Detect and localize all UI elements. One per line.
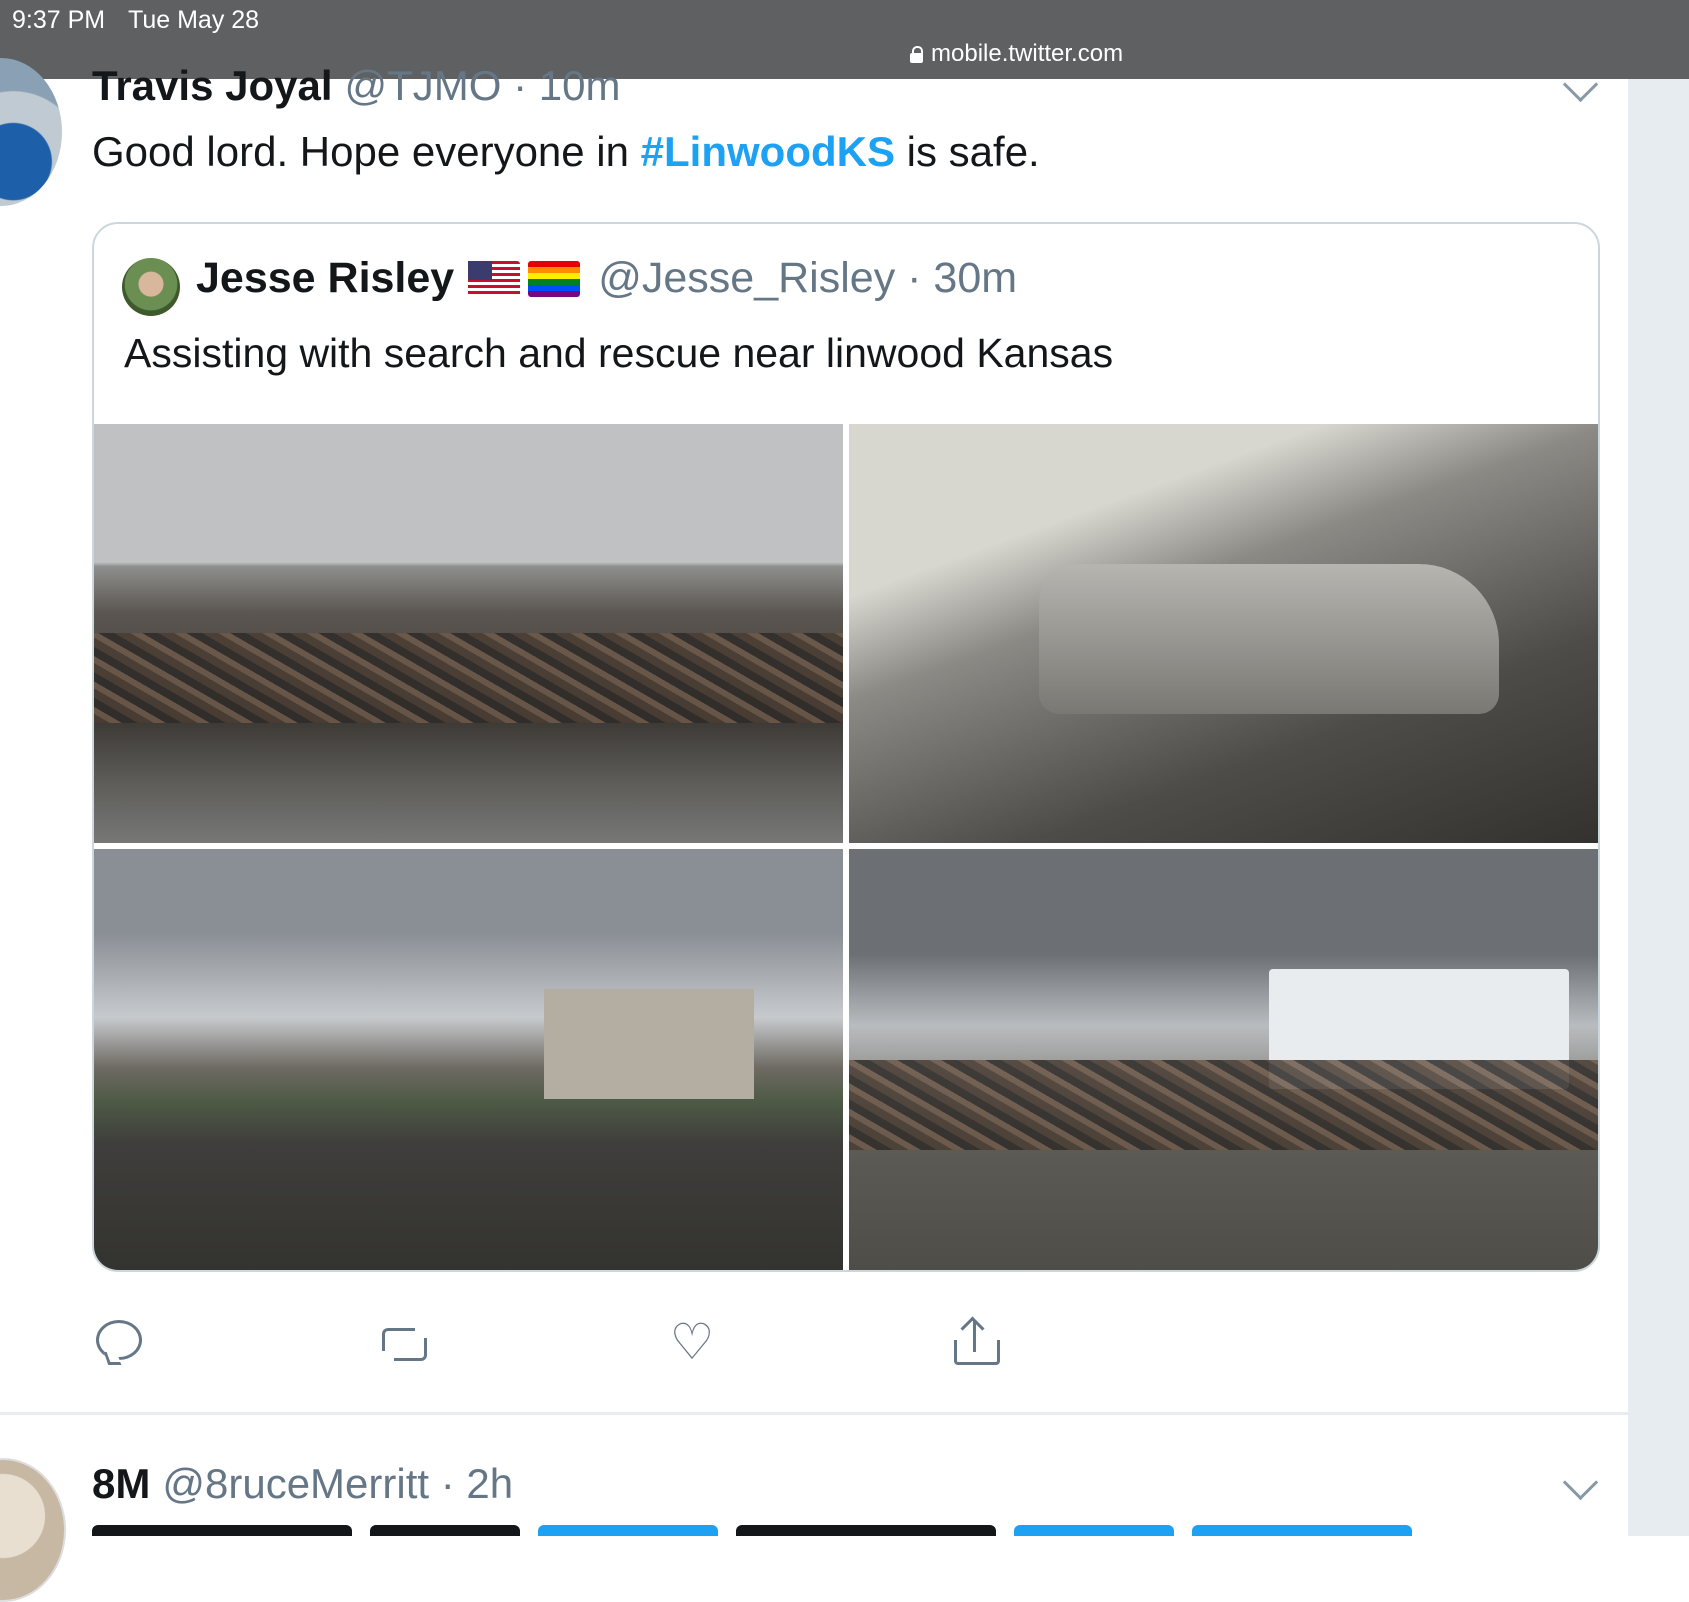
author-handle-time[interactable]: @8ruceMerritt · 2h (162, 1460, 513, 1507)
reply-icon[interactable] (94, 1318, 142, 1366)
quoted-tweet-card[interactable]: Jesse Risley @Jesse_Risley · 30m Assisti… (92, 222, 1600, 1272)
tweet-text-cutoff (92, 1524, 1492, 1536)
author-name[interactable]: Jesse Risley (196, 254, 454, 303)
chevron-down-icon[interactable] (1562, 1464, 1599, 1501)
quoted-tweet-text: Assisting with search and rescue near li… (124, 330, 1114, 376)
tweet-photo[interactable] (94, 849, 843, 1270)
divider (0, 1412, 1628, 1415)
author-name[interactable]: 8M (92, 1460, 150, 1507)
tweet-header: 8M @8ruceMerritt · 2h (92, 1460, 513, 1508)
author-handle-time[interactable]: @TJMO · 10m (345, 62, 621, 109)
lock-icon (910, 46, 923, 63)
us-flag-icon (468, 260, 521, 297)
quoted-tweet-header: Jesse Risley @Jesse_Risley · 30m (196, 254, 1017, 303)
author-handle-time[interactable]: @Jesse_Risley · 30m (598, 254, 1017, 303)
status-time: 9:37 PM (12, 6, 106, 34)
url-text[interactable]: mobile.twitter.com (931, 40, 1123, 68)
tweet-text: Good lord. Hope everyone in #LinwoodKS i… (92, 128, 1040, 176)
address-bar[interactable]: mobile.twitter.com (910, 40, 1123, 68)
right-gutter (1628, 79, 1689, 1536)
share-icon[interactable] (952, 1316, 1000, 1366)
author-name[interactable]: Travis Joyal (92, 62, 333, 109)
tweet-photo[interactable] (849, 424, 1598, 843)
tweet-photo[interactable] (849, 849, 1598, 1270)
status-date: Tue May 28 (128, 6, 260, 34)
tweet-text-part: is safe. (895, 128, 1040, 175)
avatar[interactable] (0, 1458, 66, 1602)
avatar[interactable] (0, 58, 62, 206)
hashtag-link[interactable]: #LinwoodKS (641, 128, 895, 175)
rainbow-flag-icon (528, 260, 581, 297)
avatar[interactable] (122, 258, 180, 316)
heart-icon[interactable]: ♡ (668, 1317, 716, 1367)
tweet-photo[interactable] (94, 424, 843, 843)
tweet-text-part: Good lord. Hope everyone in (92, 128, 641, 175)
tweet-header: Travis Joyal @TJMO · 10m (92, 62, 620, 110)
retweet-icon[interactable] (378, 1318, 427, 1366)
